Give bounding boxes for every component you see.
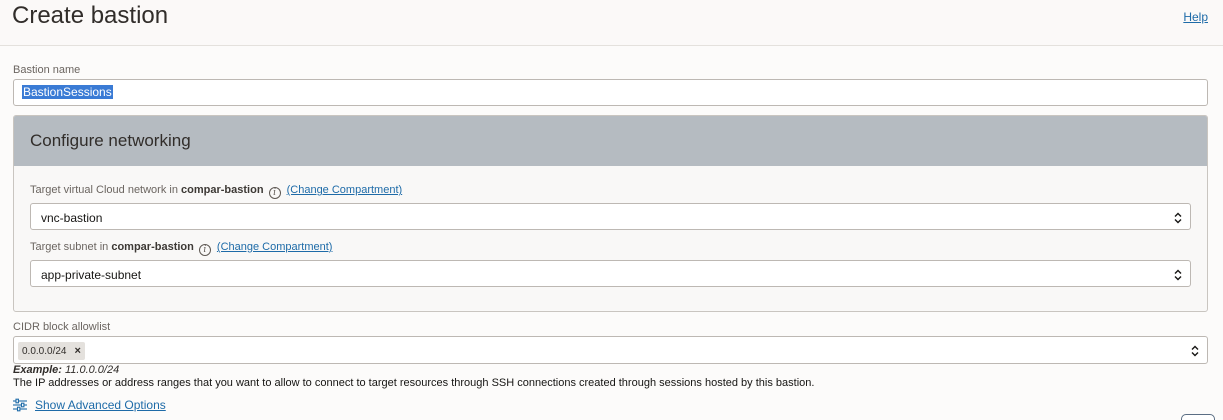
- page-header: Create bastion Help: [0, 0, 1223, 46]
- networking-panel-header: Configure networking: [14, 116, 1207, 166]
- subnet-select-value: app-private-subnet: [41, 268, 142, 282]
- vcn-change-compartment-link[interactable]: (Change Compartment): [287, 184, 403, 196]
- subnet-label: Target subnet in compar-bastion i (Change…: [30, 241, 333, 256]
- vcn-select-value: vnc-bastion: [41, 211, 103, 225]
- page-title: Create bastion: [12, 2, 169, 29]
- cidr-help-text: The IP addresses or address ranges that …: [13, 377, 815, 389]
- partial-button[interactable]: [1181, 414, 1215, 420]
- cidr-label: CIDR block allowlist: [13, 321, 111, 333]
- subnet-change-compartment-link[interactable]: (Change Compartment): [217, 241, 333, 253]
- info-icon[interactable]: i: [198, 244, 211, 256]
- cidr-chip: 0.0.0.0/24 ×: [18, 342, 85, 360]
- show-advanced-options-link[interactable]: Show Advanced Options: [13, 398, 166, 412]
- bastion-name-value: BastionSessions: [22, 85, 113, 99]
- networking-panel: Configure networking Target virtual Clou…: [13, 115, 1208, 312]
- bastion-name-input[interactable]: BastionSessions: [13, 79, 1208, 106]
- remove-chip-icon[interactable]: ×: [74, 345, 80, 357]
- cidr-example: Example: 11.0.0.0/24: [13, 364, 120, 376]
- networking-panel-title: Configure networking: [30, 131, 191, 150]
- bastion-name-label: Bastion name: [13, 64, 81, 76]
- sliders-icon: [13, 398, 27, 412]
- chevron-up-down-icon: [1174, 212, 1182, 224]
- help-link[interactable]: Help: [1183, 10, 1208, 24]
- cidr-allowlist-input[interactable]: 0.0.0.0/24 ×: [13, 336, 1208, 364]
- chevron-up-down-icon: [1174, 269, 1182, 281]
- vcn-select[interactable]: vnc-bastion: [30, 203, 1191, 230]
- info-icon[interactable]: i: [268, 187, 281, 199]
- subnet-select[interactable]: app-private-subnet: [30, 260, 1191, 287]
- chevron-up-down-icon: [1191, 345, 1199, 357]
- vcn-label: Target virtual Cloud network in compar-b…: [30, 184, 403, 199]
